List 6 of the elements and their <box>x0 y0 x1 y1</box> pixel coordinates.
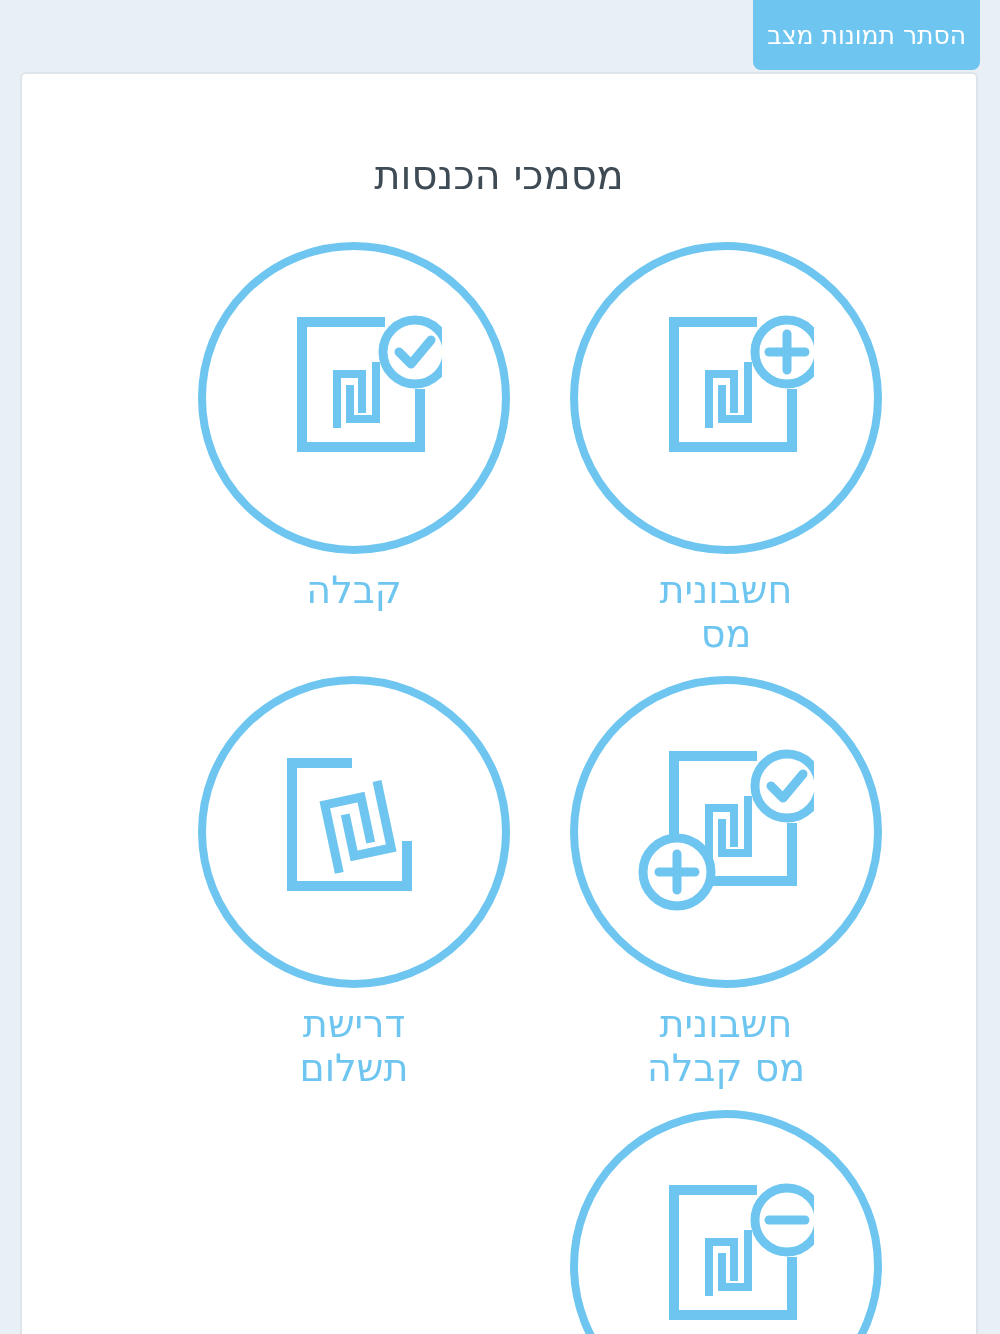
hide-images-button[interactable]: הסתר תמונות מצב <box>753 0 980 70</box>
document-label: חשבונית מס <box>658 568 794 656</box>
document-label: חשבונית מס קבלה <box>646 1002 806 1090</box>
document-label: דרישת תשלום <box>298 1002 410 1090</box>
document-label: קבלה <box>305 568 403 614</box>
section-title: מסמכי הכנסות <box>373 152 625 198</box>
